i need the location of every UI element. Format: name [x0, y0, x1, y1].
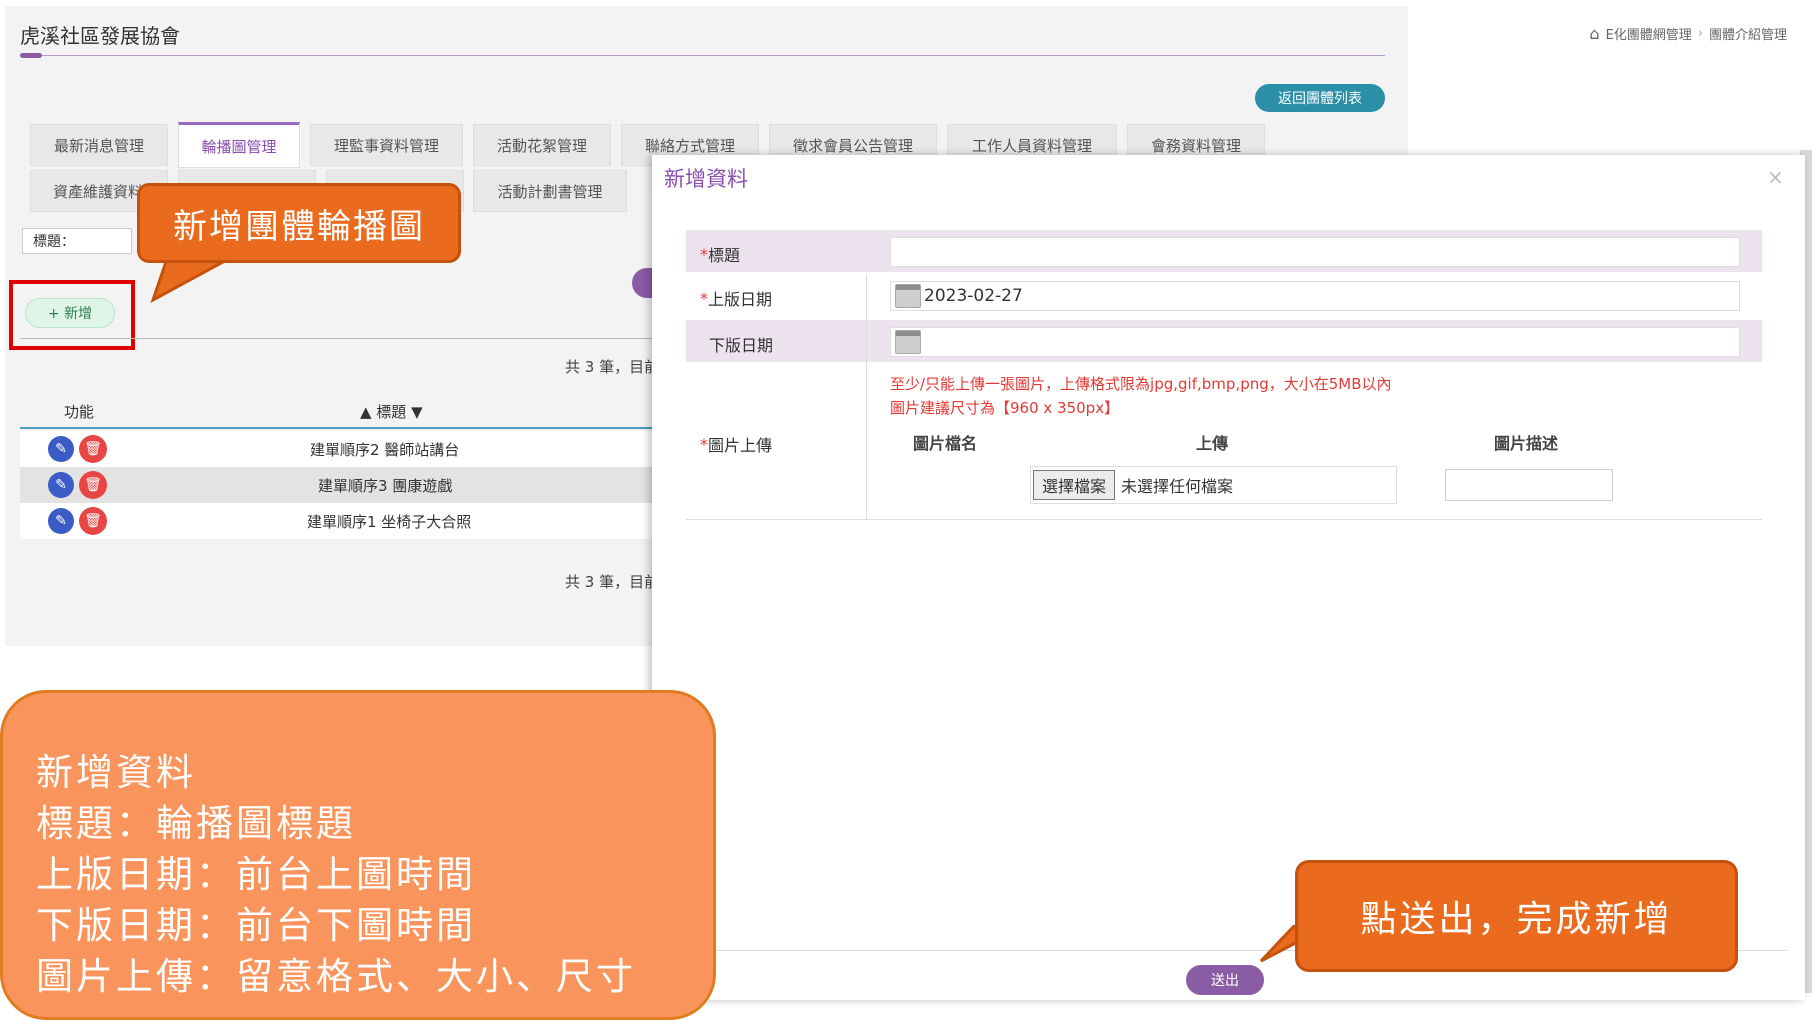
record-count: 共 3 筆，目前 — [565, 573, 660, 591]
callout-add-carousel: 新增團體輪播圖 — [137, 183, 461, 263]
breadcrumb-item[interactable]: E化團體網管理 — [1606, 24, 1692, 43]
instruction-line: 下版日期：前台下圖時間 — [36, 904, 476, 947]
row-title: 建單順序2 醫師站講台 — [310, 441, 460, 459]
back-to-list-button[interactable]: 返回團體列表 — [1255, 84, 1385, 112]
file-input[interactable]: 選擇檔案 未選擇任何檔案 — [1030, 466, 1397, 504]
tab-activity-photos[interactable]: 活動花絮管理 — [473, 124, 611, 166]
instruction-line: 新增資料 — [36, 751, 196, 794]
callout-submit: 點送出，完成新增 — [1295, 860, 1738, 972]
table-row: ✎ 🗑 建單順序1 坐椅子大合照 — [20, 503, 655, 539]
record-count: 共 3 筆，目前 — [565, 358, 660, 376]
table-header: 功能 ▲ 標題 ▼ — [20, 393, 655, 429]
row-title: 建單順序3 團康遊戲 — [318, 477, 453, 495]
divider — [20, 338, 655, 339]
start-date-label: * 上版日期 — [700, 288, 773, 310]
instruction-line: 圖片上傳：留意格式、大小、尺寸 — [36, 955, 636, 998]
instruction-line: 上版日期：前台上圖時間 — [36, 853, 476, 896]
trash-icon[interactable]: 🗑 — [79, 507, 107, 535]
title-input[interactable] — [890, 237, 1740, 267]
highlight-box — [9, 280, 135, 350]
home-icon[interactable]: ⌂ — [1589, 24, 1599, 43]
tab-board-members[interactable]: 理監事資料管理 — [310, 124, 463, 166]
breadcrumb-separator-icon: › — [1697, 26, 1703, 41]
modal-title: 新增資料 — [664, 167, 748, 191]
row-divider — [686, 519, 1762, 520]
end-date-input[interactable] — [890, 327, 1740, 357]
calendar-icon[interactable] — [895, 330, 921, 354]
column-divider — [866, 274, 867, 520]
instruction-box: 新增資料 標題：輪播圖標題 上版日期：前台上圖時間 下版日期：前台下圖時間 圖片… — [0, 690, 716, 1020]
row-title: 建單順序1 坐椅子大合照 — [307, 513, 472, 531]
edit-icon[interactable]: ✎ — [48, 508, 74, 534]
calendar-icon[interactable] — [895, 284, 921, 308]
org-title: 虎溪社區發展協會 — [20, 24, 180, 48]
start-date-input[interactable]: 2023-02-27 — [890, 281, 1740, 311]
edit-icon[interactable]: ✎ — [48, 436, 74, 462]
breadcrumb-item: 團體介紹管理 — [1708, 28, 1787, 43]
end-date-label: 下版日期 — [709, 336, 774, 355]
header-divider — [20, 55, 1385, 56]
submit-button[interactable]: 送出 — [1186, 965, 1264, 995]
col-title-sort[interactable]: ▲ 標題 ▼ — [360, 401, 423, 422]
upload-note: 至少/只能上傳一張圖片，上傳格式限為jpg,gif,bmp,png，大小在5MB… — [890, 375, 1392, 393]
table-row: ✎ 🗑 建單順序2 醫師站講台 — [20, 431, 655, 467]
table-row: ✎ 🗑 建單順序3 團康遊戲 — [20, 467, 655, 503]
search-title-label: 標題： — [22, 228, 132, 254]
image-description-input[interactable] — [1445, 469, 1613, 501]
col-function: 功能 — [64, 403, 95, 421]
col-description: 圖片描述 — [1494, 434, 1559, 453]
close-icon[interactable]: × — [1767, 165, 1784, 189]
breadcrumb: ⌂ E化團體網管理 › 團體介紹管理 — [1589, 24, 1787, 43]
upload-label: * 圖片上傳 — [700, 434, 773, 456]
trash-icon[interactable]: 🗑 — [79, 435, 107, 463]
tab-carousel[interactable]: 輪播圖管理 — [178, 122, 300, 168]
instruction-line: 標題：輪播圖標題 — [36, 802, 356, 845]
trash-icon[interactable]: 🗑 — [79, 471, 107, 499]
tab-plans[interactable]: 活動計劃書管理 — [473, 170, 627, 212]
col-upload: 上傳 — [1196, 434, 1229, 453]
choose-file-button[interactable]: 選擇檔案 — [1033, 470, 1116, 500]
edit-icon[interactable]: ✎ — [48, 472, 74, 498]
file-status: 未選擇任何檔案 — [1121, 477, 1234, 496]
header-divider-accent — [20, 53, 42, 58]
col-filename: 圖片檔名 — [913, 434, 978, 453]
size-note: 圖片建議尺寸為【960 x 350px】 — [890, 399, 1120, 417]
title-label: * 標題 — [700, 244, 741, 266]
tab-news[interactable]: 最新消息管理 — [30, 124, 168, 166]
